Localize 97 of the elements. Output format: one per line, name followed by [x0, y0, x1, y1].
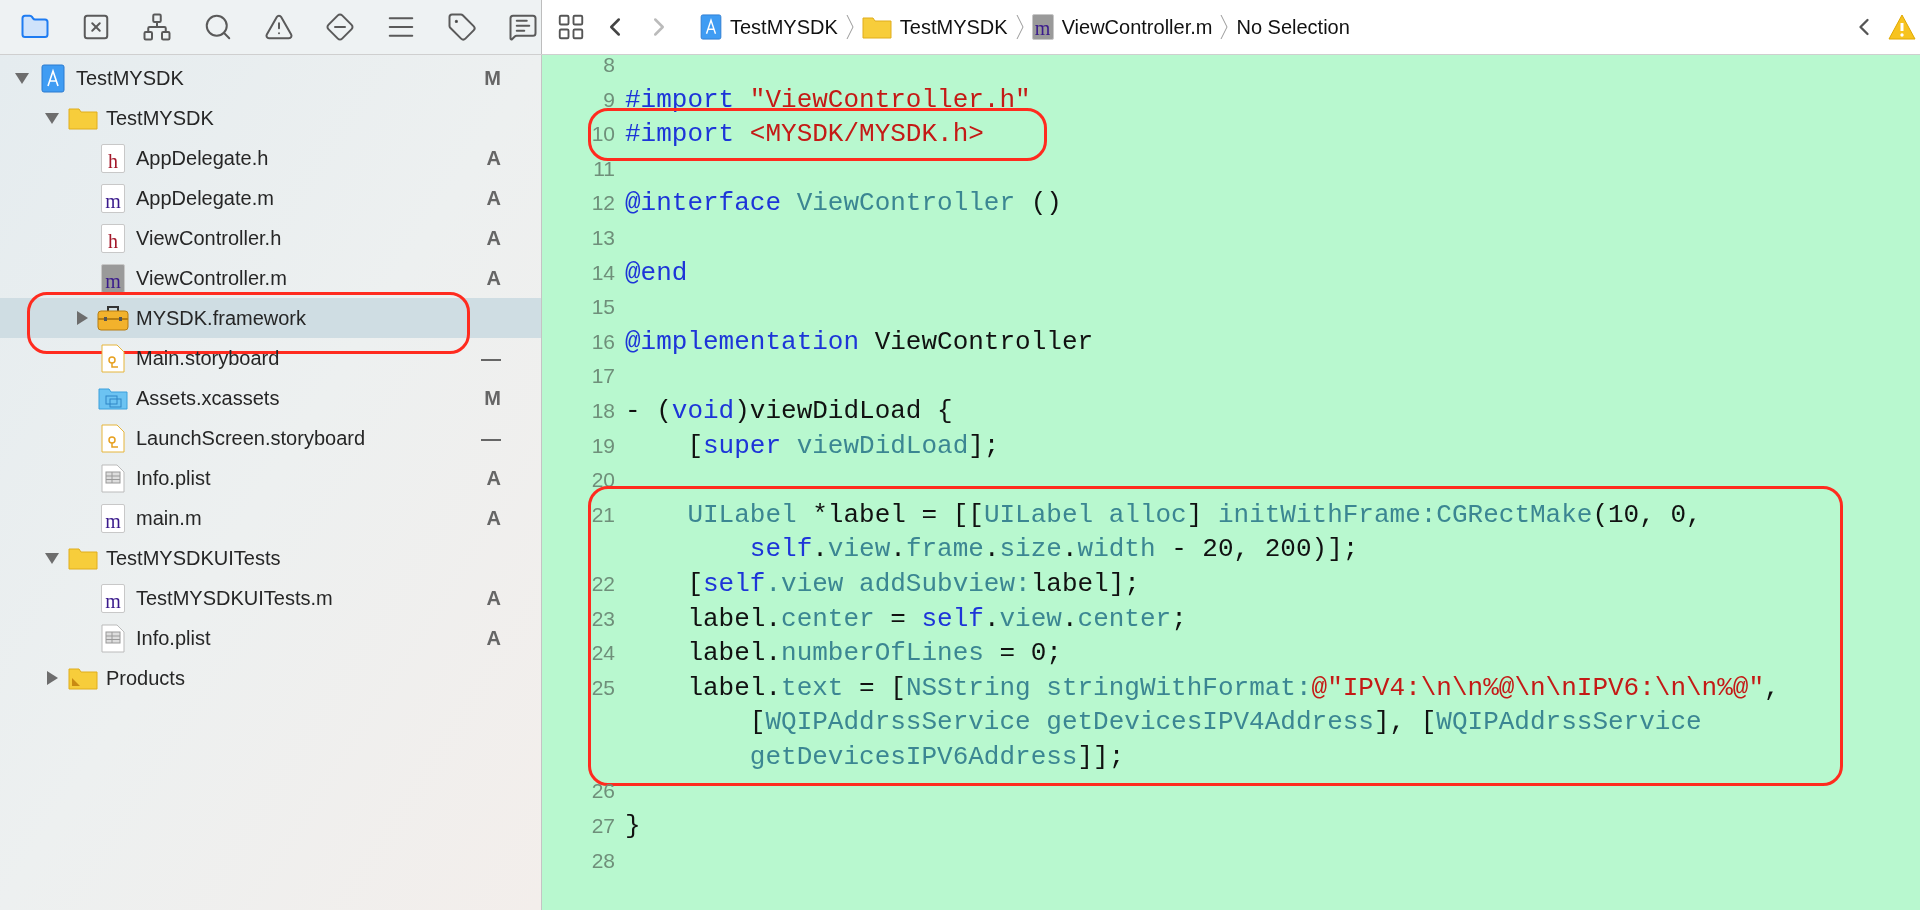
- tree-item[interactable]: Info.plist A: [0, 618, 541, 658]
- tree-item[interactable]: LaunchScreen.storyboard —: [0, 418, 541, 458]
- app-project-icon: [700, 14, 722, 40]
- source-file-icon: m: [101, 263, 125, 293]
- code-line: label.numberOfLines = 0;: [686, 637, 1062, 671]
- code-line: @implementation ViewController: [625, 325, 1094, 359]
- line-number: 24: [590, 640, 615, 667]
- code-line: label.center = self.view.center;: [686, 602, 1187, 636]
- tree-item[interactable]: TestMYSDK: [0, 98, 541, 138]
- header-file-icon: h: [101, 143, 125, 173]
- line-number: 19: [590, 432, 615, 459]
- disclosure-triangle[interactable]: [45, 671, 59, 685]
- disclosure-triangle[interactable]: [45, 551, 59, 565]
- folder-icon: [861, 15, 892, 39]
- line-number: 23: [590, 605, 615, 632]
- scm-status: A: [486, 626, 501, 651]
- line-number: 27: [590, 813, 615, 840]
- disclosure-triangle[interactable]: [75, 311, 89, 325]
- line-number: 22: [590, 570, 615, 597]
- scm-status: A: [486, 586, 501, 611]
- scm-status: M: [484, 66, 501, 91]
- plist-file-icon: [101, 463, 125, 493]
- code-line: [super viewDidLoad];: [686, 429, 1000, 463]
- tree-item[interactable]: MYSDK.framework: [0, 298, 541, 338]
- scm-status: A: [486, 146, 501, 171]
- tree-item[interactable]: h AppDelegate.h A: [0, 138, 541, 178]
- line-number: 12: [590, 190, 615, 217]
- folder-icon: [68, 106, 98, 130]
- line-number: 10: [590, 121, 615, 148]
- storyboard-file-icon: [101, 423, 125, 453]
- code-line: self.view.frame.size.width - 20, 200)];: [748, 533, 1359, 567]
- breadcrumb[interactable]: No Selection: [1236, 12, 1350, 42]
- scm-status: M: [484, 386, 501, 411]
- source-file-icon: m: [1031, 14, 1054, 40]
- tree-item[interactable]: m ViewController.m A: [0, 258, 541, 298]
- line-number: 13: [590, 224, 615, 251]
- tree-item[interactable]: Info.plist A: [0, 458, 541, 498]
- source-file-icon: m: [101, 183, 125, 213]
- tree-item[interactable]: m TestMYSDKUITests.m A: [0, 578, 541, 618]
- code-line: getDevicesIPV6Address]];: [748, 740, 1125, 774]
- line-number: 8: [602, 55, 615, 78]
- header-file-icon: h: [101, 223, 125, 253]
- storyboard-file-icon: [101, 343, 125, 373]
- code-line: #import "ViewController.h": [625, 83, 1031, 117]
- folder-icon: [68, 666, 98, 690]
- breadcrumb[interactable]: TestMYSDK: [700, 12, 838, 42]
- scm-status: —: [481, 346, 501, 371]
- tree-item[interactable]: m AppDelegate.m A: [0, 178, 541, 218]
- scm-status: —: [481, 426, 501, 451]
- code-line: label.text = [NSString stringWithFormat:@"IPV4:\n\n%@\n\nIPV6:\n\n%@",: [686, 671, 1780, 705]
- line-number: 14: [590, 259, 615, 286]
- code-line: @interface ViewController (): [625, 187, 1062, 221]
- assets-folder-icon: [98, 386, 128, 410]
- line-number: 28: [590, 847, 615, 874]
- tree-item[interactable]: TestMYSDK M: [0, 58, 541, 98]
- scm-status: A: [486, 506, 501, 531]
- chevron-separator-icon: [1220, 14, 1229, 40]
- tree-item[interactable]: Main.storyboard —: [0, 338, 541, 378]
- disclosure-triangle[interactable]: [45, 111, 59, 125]
- scm-status: A: [486, 226, 501, 251]
- disclosure-triangle[interactable]: [15, 71, 29, 85]
- code-line: @end: [625, 256, 688, 290]
- code-line: [WQIPAddrssService getDevicesIPV4Address], [WQIPAddrssService: [748, 706, 1702, 740]
- scm-status: A: [486, 466, 501, 491]
- folder-icon: [68, 546, 98, 570]
- line-number: 15: [590, 294, 615, 321]
- line-number: 21: [590, 501, 615, 528]
- line-number: 25: [590, 674, 615, 701]
- breadcrumb[interactable]: m ViewController.m: [1031, 12, 1213, 42]
- tree-item[interactable]: Assets.xcassets M: [0, 378, 541, 418]
- tree-item[interactable]: m main.m A: [0, 498, 541, 538]
- line-number: 17: [590, 363, 615, 390]
- breadcrumb[interactable]: TestMYSDK: [861, 12, 1008, 42]
- source-file-icon: m: [101, 583, 125, 613]
- code-line: }: [625, 810, 641, 844]
- line-number: 26: [590, 778, 615, 805]
- line-number: 20: [590, 467, 615, 494]
- plist-file-icon: [101, 623, 125, 653]
- line-number: 11: [592, 155, 615, 182]
- grid-icon[interactable]: [556, 12, 586, 42]
- line-number: 16: [590, 328, 615, 355]
- chevron-separator-icon: [1015, 14, 1024, 40]
- toolbox-icon: [97, 305, 129, 331]
- tree-item[interactable]: h ViewController.h A: [0, 218, 541, 258]
- scm-status: A: [486, 266, 501, 291]
- code-line: #import <MYSDK/MYSDK.h>: [625, 118, 984, 152]
- scm-status: A: [486, 186, 501, 211]
- tree-item[interactable]: TestMYSDKUITests: [0, 538, 541, 578]
- tree-item[interactable]: Products: [0, 658, 541, 698]
- code-line: - (void)viewDidLoad {: [625, 394, 953, 428]
- source-file-icon: m: [101, 503, 125, 533]
- chevron-separator-icon: [845, 14, 854, 40]
- code-line: [self.view addSubview:label];: [686, 567, 1140, 601]
- code-line: UILabel *label = [[UILabel alloc] initWithFrame:CGRectMake(10, 0,: [686, 498, 1702, 532]
- app-project-icon: [41, 63, 65, 93]
- line-number: 9: [602, 86, 615, 113]
- line-number: 18: [590, 397, 615, 424]
